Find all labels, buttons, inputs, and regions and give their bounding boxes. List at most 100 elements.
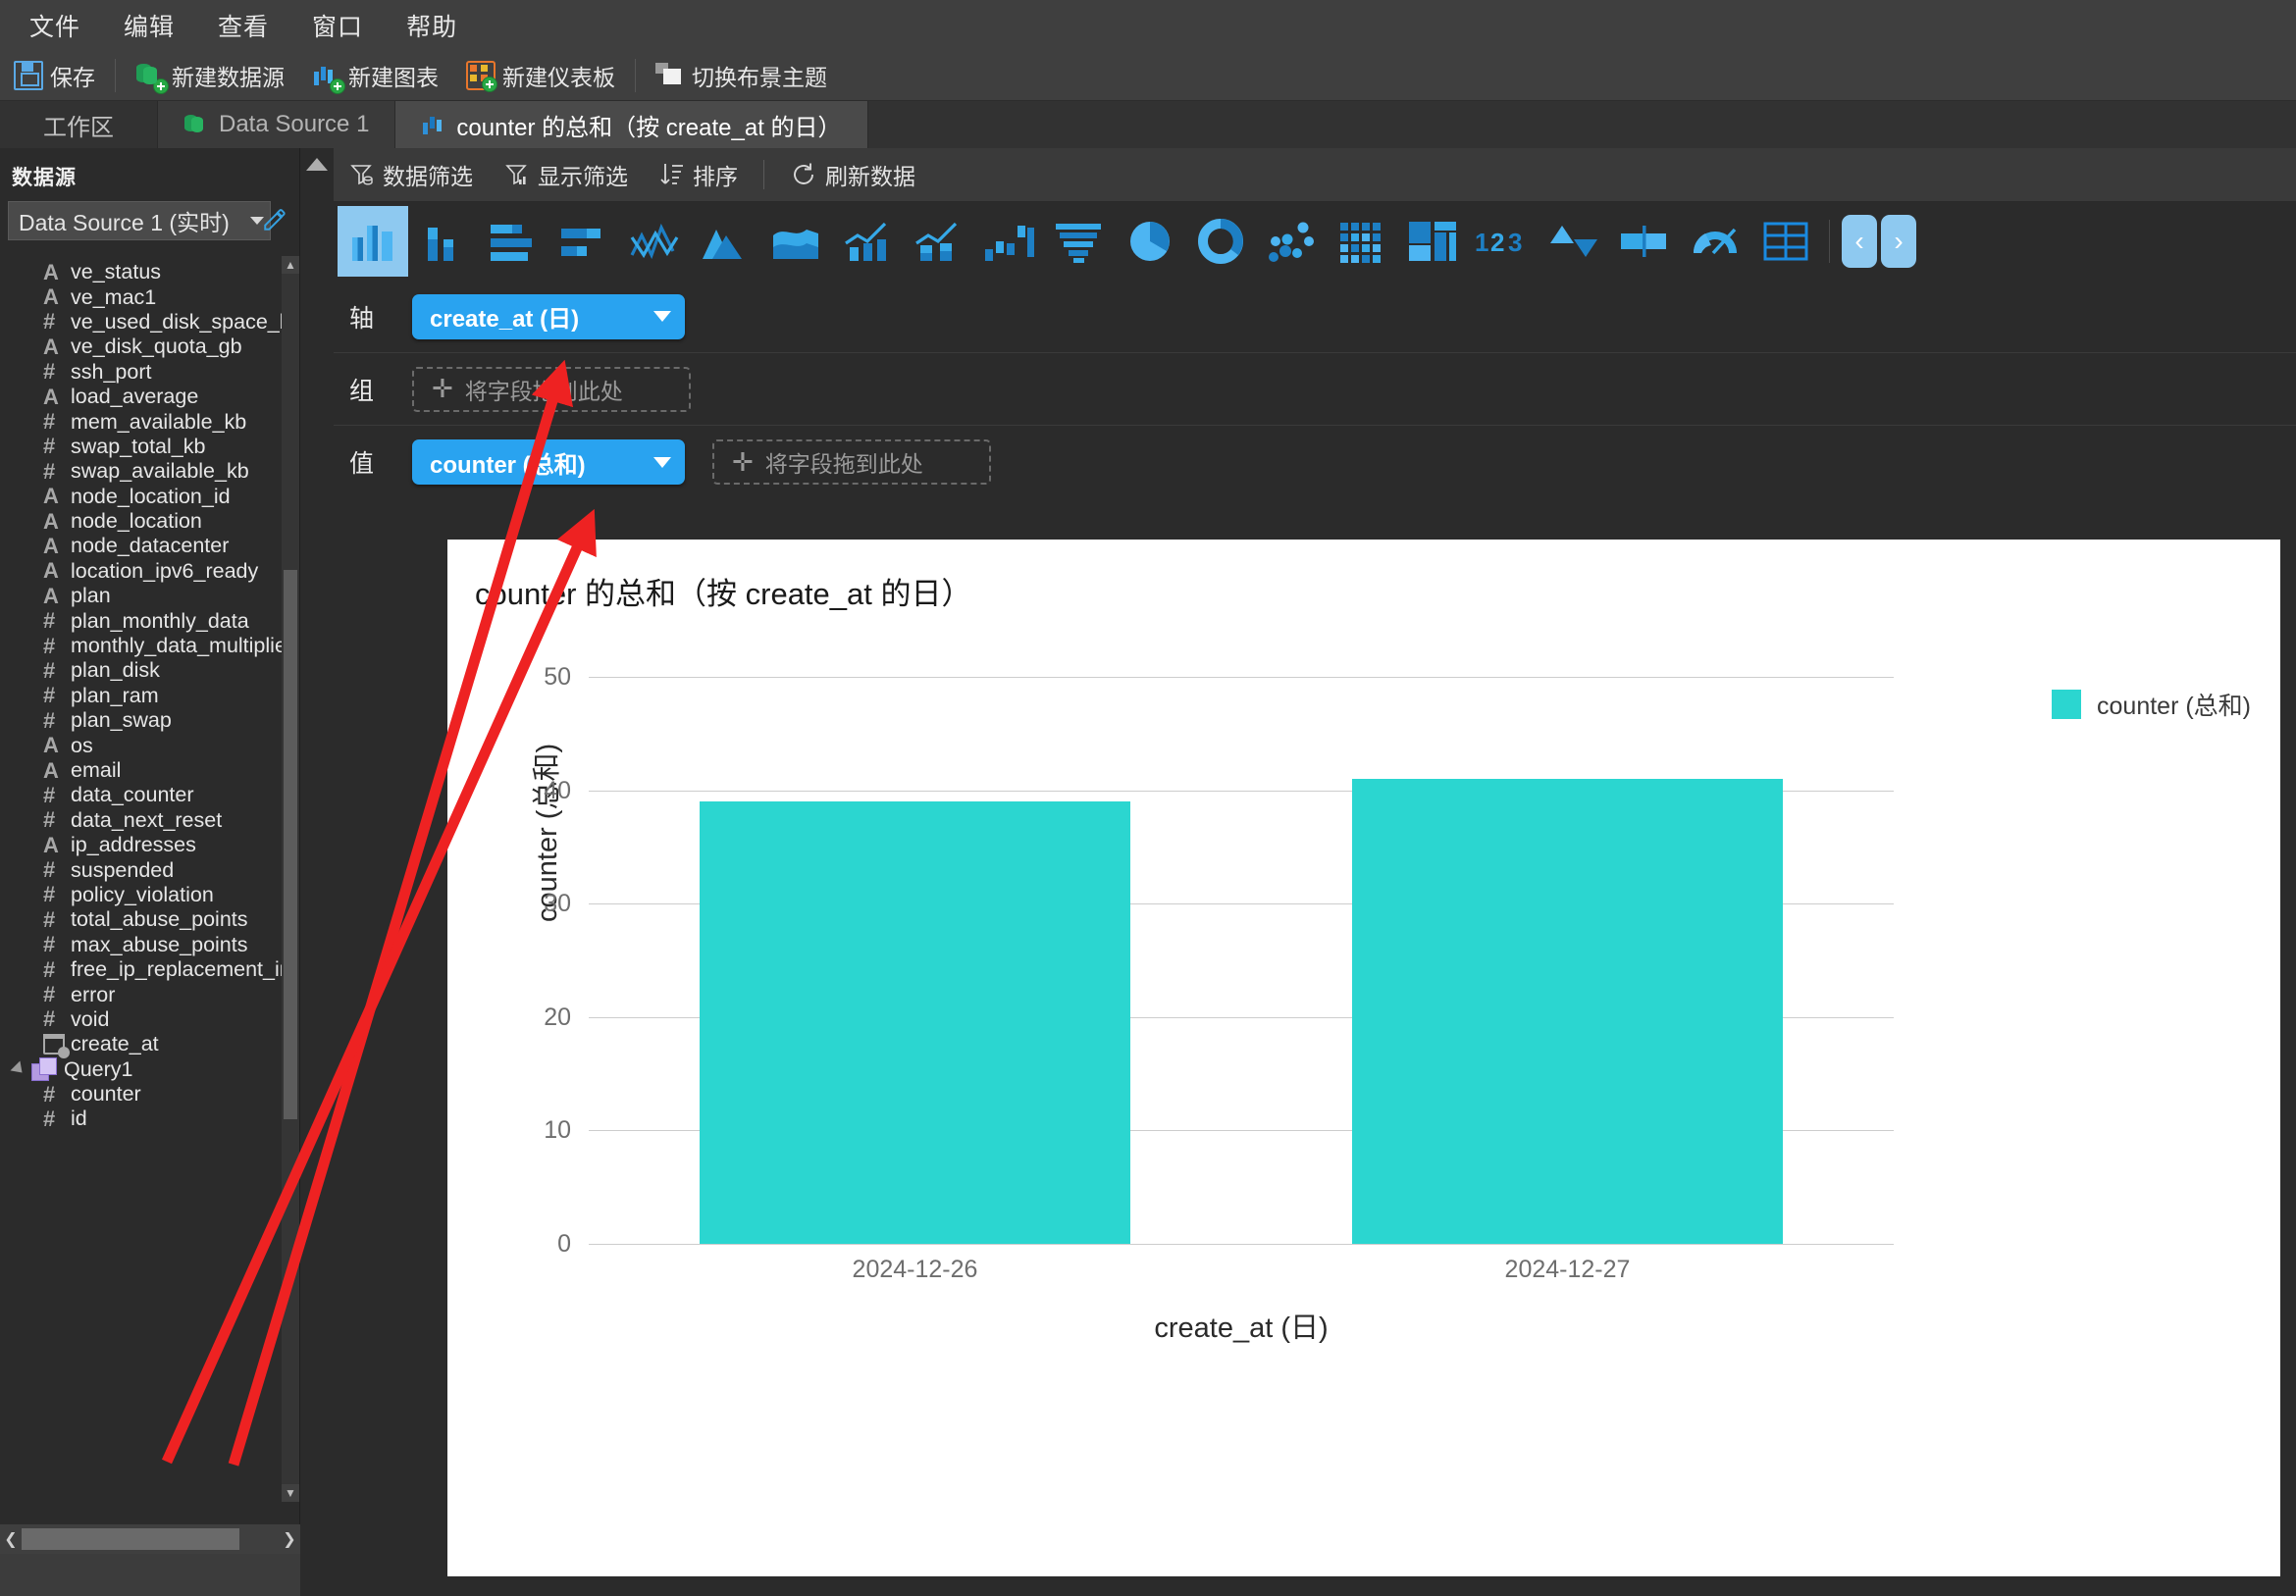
chart-type-bullet-chart[interactable]	[1609, 206, 1680, 277]
chart-type-combo-column-line-chart[interactable]	[832, 206, 903, 277]
field-list[interactable]: Ave_status Ave_mac1 # ve_used_disk_space_b A…	[0, 260, 283, 1496]
menu-help[interactable]: 帮助	[385, 4, 479, 47]
chart-type-kpi-updown-card[interactable]	[1539, 206, 1609, 277]
field-item[interactable]: # free_ip_replacement_interv	[0, 957, 283, 982]
chart-type-grouped-bar-chart[interactable]	[549, 206, 620, 277]
field-item[interactable]: Ave_mac1	[0, 284, 283, 309]
chart-bar[interactable]	[1352, 779, 1783, 1244]
menu-file[interactable]: 文件	[8, 4, 102, 47]
scroll-down-arrow[interactable]: ▼	[282, 1484, 299, 1502]
sidebar-vertical-scrollbar[interactable]: ▲ ▼	[282, 256, 299, 1502]
chart-type-funnel-chart[interactable]	[1044, 206, 1115, 277]
chart-type-scatter-chart[interactable]	[1256, 206, 1327, 277]
new-chart-button[interactable]: 新建图表	[298, 54, 452, 97]
sidebar-hscroll-thumb[interactable]	[22, 1528, 239, 1550]
field-item[interactable]: Aplan	[0, 584, 283, 608]
field-item[interactable]: Aload_average	[0, 385, 283, 409]
shelf-axis-pill[interactable]: create_at (日)	[412, 293, 685, 339]
field-item[interactable]: # max_abuse_points	[0, 932, 283, 957]
field-item[interactable]: # plan_ram	[0, 683, 283, 708]
chart-type-waterfall-chart[interactable]	[973, 206, 1044, 277]
menu-view[interactable]: 查看	[196, 4, 290, 47]
chart-legend[interactable]: counter (总和)	[2052, 687, 2251, 722]
field-item[interactable]: # suspended	[0, 857, 283, 882]
display-filter-button[interactable]: 显示筛选	[489, 152, 644, 197]
field-item[interactable]: # mem_available_kb	[0, 409, 283, 434]
chevron-down-icon[interactable]	[653, 456, 671, 468]
shelf-value-pill[interactable]: counter (总和)	[412, 439, 685, 485]
scroll-up-arrow[interactable]: ▲	[282, 256, 299, 274]
field-item[interactable]: Ave_disk_quota_gb	[0, 335, 283, 359]
shelf-value-dropzone[interactable]: ✛ 将字段拖到此处	[712, 439, 991, 485]
field-item[interactable]: # ve_used_disk_space_b	[0, 309, 283, 335]
chart-type-donut-chart[interactable]	[1185, 206, 1256, 277]
chart-type-grouped-column-chart[interactable]	[408, 206, 479, 277]
field-item[interactable]: Alocation_ipv6_ready	[0, 558, 283, 584]
field-item-label: free_ip_replacement_interv	[71, 957, 283, 982]
pencil-icon[interactable]	[262, 207, 287, 232]
refresh-button[interactable]: 刷新数据	[774, 152, 931, 197]
chart-type-pie-chart[interactable]	[1115, 206, 1185, 277]
chart-type-table-chart[interactable]	[1750, 206, 1821, 277]
chart-type-combo-stacked-line-chart[interactable]	[903, 206, 973, 277]
collapse-toolbar-button[interactable]	[300, 148, 334, 227]
field-item[interactable]: # plan_swap	[0, 708, 283, 733]
field-item[interactable]: # ssh_port	[0, 359, 283, 385]
sort-button[interactable]: 排序	[644, 152, 754, 197]
field-item[interactable]: # error	[0, 982, 283, 1006]
chart-type-bar-chart[interactable]	[479, 206, 549, 277]
tab-chart[interactable]: counter 的总和（按 create_at 的日）	[395, 101, 868, 148]
chart-type-area-chart[interactable]	[691, 206, 761, 277]
field-item[interactable]: Aemail	[0, 758, 283, 783]
field-item[interactable]: # data_next_reset	[0, 807, 283, 833]
field-item[interactable]: Anode_location_id	[0, 484, 283, 509]
new-dashboard-button[interactable]: 新建仪表板	[452, 54, 629, 97]
switch-theme-button[interactable]: 切换布景主题	[642, 54, 841, 97]
scroll-left-arrow[interactable]: ❮	[0, 1524, 22, 1554]
field-item[interactable]: # swap_total_kb	[0, 434, 283, 459]
menu-edit[interactable]: 编辑	[102, 4, 196, 47]
field-item[interactable]: # data_counter	[0, 783, 283, 807]
field-item[interactable]: Anode_datacenter	[0, 534, 283, 558]
field-item[interactable]: Anode_location	[0, 509, 283, 534]
field-item[interactable]: Ave_status	[0, 260, 283, 284]
datasource-select[interactable]: Data Source 1 (实时)	[8, 201, 271, 240]
field-item[interactable]: # total_abuse_points	[0, 907, 283, 932]
sort-label: 排序	[693, 164, 738, 189]
chart-type-treemap-chart[interactable]	[1397, 206, 1468, 277]
chart-type-stacked-area-chart[interactable]	[761, 206, 832, 277]
chart-bar[interactable]	[700, 801, 1130, 1244]
chart-type-next-button[interactable]: ›	[1881, 215, 1916, 268]
chart-type-line-chart[interactable]	[620, 206, 691, 277]
new-datasource-button[interactable]: 新建数据源	[122, 54, 298, 97]
chart-type-column-chart[interactable]	[338, 206, 408, 277]
chart-type-number-card[interactable]: 123	[1468, 206, 1539, 277]
field-item[interactable]: create_at	[0, 1032, 283, 1058]
chevron-down-icon[interactable]	[653, 311, 671, 322]
chart-canvas[interactable]: counter 的总和（按 create_at 的日） counter (总和)…	[447, 540, 2280, 1576]
field-item[interactable]: # policy_violation	[0, 882, 283, 907]
field-item[interactable]: Aip_addresses	[0, 833, 283, 857]
expand-triangle-icon[interactable]	[10, 1060, 27, 1078]
field-item[interactable]: # swap_available_kb	[0, 459, 283, 484]
field-item[interactable]: # monthly_data_multiplie	[0, 634, 283, 658]
field-item[interactable]: Query1	[0, 1057, 283, 1082]
field-item[interactable]: # plan_monthly_data	[0, 608, 283, 633]
field-item[interactable]: # counter	[0, 1082, 283, 1107]
save-button[interactable]: 保存	[0, 54, 109, 97]
scroll-right-arrow[interactable]: ❯	[279, 1524, 300, 1554]
field-item[interactable]: Aos	[0, 733, 283, 757]
field-item[interactable]: # id	[0, 1107, 283, 1131]
field-item[interactable]: # void	[0, 1006, 283, 1032]
chart-type-heatmap-chart[interactable]	[1327, 206, 1397, 277]
chart-type-gauge-chart[interactable]	[1680, 206, 1750, 277]
sidebar-horizontal-scrollbar[interactable]: ❮ ❯	[0, 1524, 300, 1554]
menu-window[interactable]: 窗口	[290, 4, 385, 47]
field-item[interactable]: # plan_disk	[0, 658, 283, 683]
data-filter-button[interactable]: 数据筛选	[334, 152, 489, 197]
tab-workspace[interactable]: 工作区	[0, 101, 158, 148]
chart-type-prev-button[interactable]: ‹	[1842, 215, 1877, 268]
sidebar-scroll-thumb[interactable]	[284, 570, 297, 1119]
shelf-group-dropzone[interactable]: ✛ 将字段拖到此处	[412, 366, 691, 412]
tab-data-source-1[interactable]: Data Source 1	[158, 101, 396, 148]
